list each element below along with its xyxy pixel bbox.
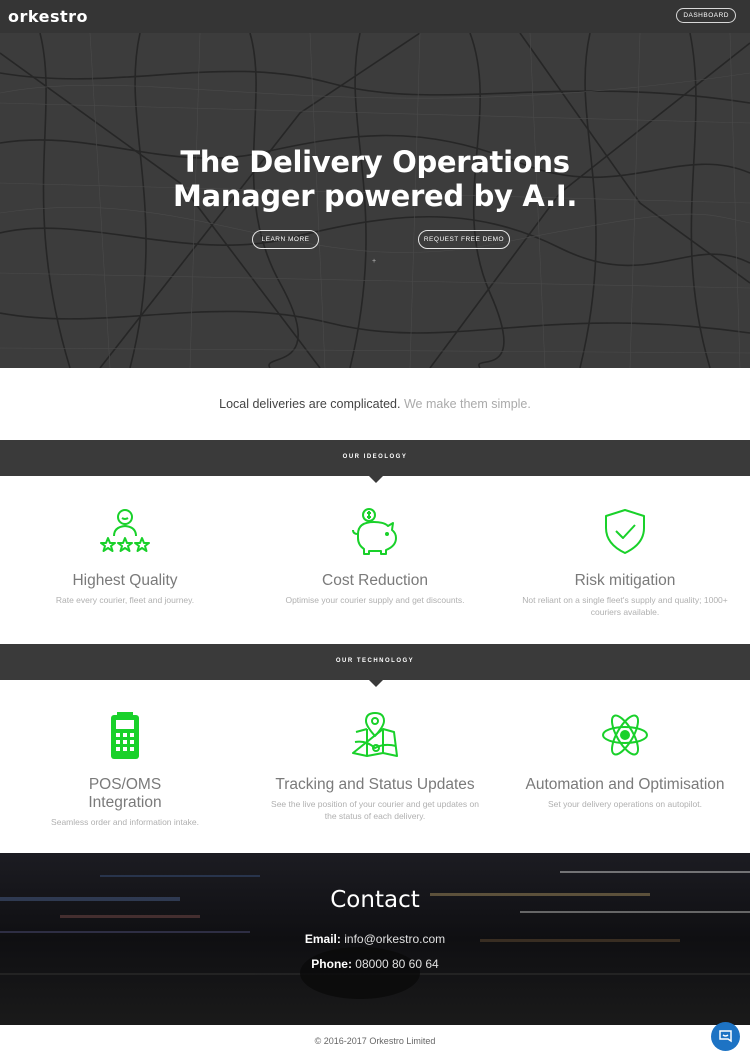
feature-description: See the live position of your courier an… [271, 799, 479, 821]
feature-tracking: Tracking and Status Updates See the live… [250, 710, 500, 822]
contact-section: Contact Email: info@orkestro.com Phone: … [0, 853, 750, 1025]
phone-link[interactable]: 08000 80 60 64 [355, 957, 438, 971]
contact-title: Contact [330, 887, 420, 913]
feature-highest-quality: Highest Quality Rate every courier, flee… [0, 506, 250, 606]
feature-description: Optimise your courier supply and get dis… [285, 595, 465, 605]
feature-title: Automation and Optimisation [525, 776, 725, 793]
footer-copyright: © 2016-2017 Orkestro Limited [314, 1036, 436, 1046]
technology-band: OUR TECHNOLOGY [0, 644, 750, 687]
chat-launcher-button[interactable] [711, 1022, 740, 1051]
hero-title-line-2: Manager powered by A.I. [172, 179, 578, 213]
feature-title: Tracking and Status Updates [275, 776, 475, 793]
contact-phone-row: Phone: 08000 80 60 64 [0, 957, 750, 971]
chat-bubble-icon [719, 1030, 732, 1043]
shield-check-icon [605, 509, 645, 554]
ideology-label: OUR IDEOLOGY [342, 454, 408, 460]
tagline-light: We make them simple. [403, 397, 531, 411]
hero-title-line-1: The Delivery Operations [180, 145, 570, 179]
feature-title: Risk mitigation [574, 572, 676, 589]
email-link[interactable]: info@orkestro.com [344, 932, 445, 946]
tagline: Local deliveries are complicated. We mak… [0, 397, 750, 411]
hero-title: The Delivery Operations Manager powered … [0, 145, 750, 213]
feature-title: POS/OMS Integration [88, 776, 162, 811]
technology-label: OUR TECHNOLOGY [335, 658, 415, 664]
courier-rating-icon [100, 509, 150, 552]
ideology-arrow [369, 476, 383, 483]
map-marker-dot: + [372, 258, 377, 265]
pos-terminal-icon [111, 712, 139, 759]
feature-automation: Automation and Optimisation Set your del… [500, 710, 750, 810]
map-pin-icon [352, 712, 398, 757]
request-demo-button[interactable]: REQUEST FREE DEMO [418, 230, 510, 249]
feature-description: Seamless order and information intake. [51, 817, 199, 827]
feature-pos-oms: POS/OMS Integration Seamless order and i… [0, 710, 250, 828]
email-label: Email: [304, 932, 341, 946]
feature-title: Highest Quality [72, 572, 178, 589]
feature-description: Rate every courier, fleet and journey. [55, 595, 195, 605]
feature-title: Cost Reduction [322, 572, 428, 589]
feature-description: Set your delivery operations on autopilo… [547, 799, 703, 809]
tagline-dark: Local deliveries are complicated. [219, 397, 401, 411]
learn-more-button[interactable]: LEARN MORE [252, 230, 319, 249]
feature-risk-mitigation: Risk mitigation Not reliant on a single … [500, 506, 750, 618]
feature-description: Not reliant on a single fleet's supply a… [522, 595, 728, 617]
dashboard-button[interactable]: DASHBOARD [676, 8, 736, 23]
contact-email-row: Email: info@orkestro.com [0, 932, 750, 946]
feature-cost-reduction: Cost Reduction Optimise your courier sup… [250, 506, 500, 606]
ideology-band: OUR IDEOLOGY [0, 440, 750, 483]
atom-icon [602, 714, 648, 756]
technology-arrow [369, 680, 383, 687]
phone-label: Phone: [311, 957, 352, 971]
top-navbar: orkestro DASHBOARD [0, 0, 750, 33]
hero-section: The Delivery Operations Manager powered … [0, 33, 750, 368]
piggy-bank-icon [352, 508, 397, 555]
orkestro-logo[interactable]: orkestro [8, 7, 88, 26]
